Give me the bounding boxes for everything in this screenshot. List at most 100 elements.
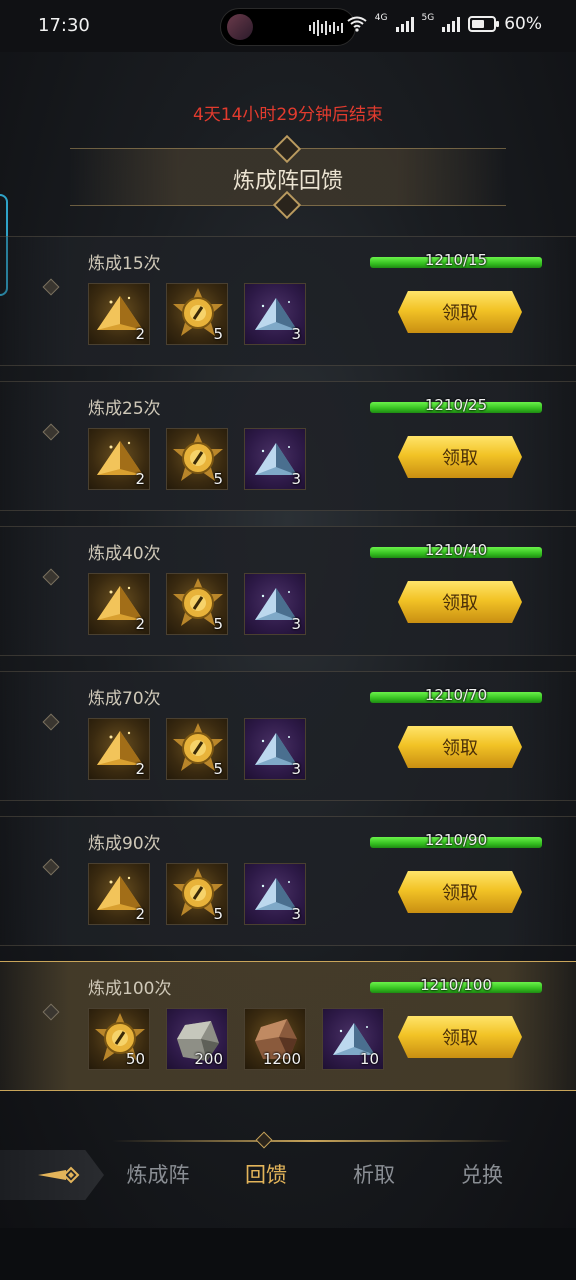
- reward-item[interactable]: 50: [88, 1008, 150, 1070]
- reward-item-quantity: 50: [125, 1050, 145, 1068]
- progress-text: 1210/70: [424, 686, 488, 704]
- reward-row: 炼成40次 1210/40 2 5 3 领取: [0, 526, 576, 656]
- nav-tab-3[interactable]: 兑换: [428, 1150, 536, 1200]
- claim-button[interactable]: 领取: [398, 581, 522, 623]
- bottom-nav: 炼成阵 回馈 析取 兑换: [104, 1150, 576, 1200]
- reward-items: 50 200 1200 10: [88, 1008, 384, 1070]
- reward-row: 炼成100次 1210/100 50 200 1200 10 领取: [0, 961, 576, 1091]
- reward-item-quantity: 2: [135, 760, 145, 778]
- claim-button[interactable]: 领取: [398, 1016, 522, 1058]
- row-marker-icon: [42, 858, 60, 876]
- dynamic-island[interactable]: [220, 8, 356, 46]
- event-timer: 4天14小时29分钟后结束: [192, 105, 384, 125]
- reward-item-quantity: 3: [291, 905, 301, 923]
- title-top-ornament: [272, 134, 302, 164]
- event-title: 炼成阵回馈: [232, 169, 343, 194]
- reward-item[interactable]: 3: [244, 863, 306, 925]
- row-marker-icon: [42, 713, 60, 731]
- row-marker-icon: [42, 423, 60, 441]
- reward-item[interactable]: 5: [166, 863, 228, 925]
- reward-item-quantity: 5: [213, 325, 223, 343]
- reward-item-quantity: 10: [359, 1050, 379, 1068]
- reward-item[interactable]: 2: [88, 573, 150, 635]
- signal-icon: [395, 16, 414, 32]
- progress-text: 1210/15: [424, 251, 488, 269]
- progress-text: 1210/40: [424, 541, 488, 559]
- nav-divider-ornament: [255, 1131, 273, 1149]
- reward-item-quantity: 5: [213, 470, 223, 488]
- reward-item[interactable]: 3: [244, 428, 306, 490]
- reward-item[interactable]: 5: [166, 428, 228, 490]
- reward-items: 2 5 3: [88, 428, 306, 490]
- row-marker-icon: [42, 1003, 60, 1021]
- reward-row: 炼成25次 1210/25 2 5 3 领取: [0, 381, 576, 511]
- reward-item[interactable]: 10: [322, 1008, 384, 1070]
- reward-item-quantity: 2: [135, 325, 145, 343]
- reward-item-quantity: 3: [291, 325, 301, 343]
- signal-icon-2: [442, 16, 461, 32]
- reward-row-label: 炼成90次: [88, 834, 161, 854]
- reward-items: 2 5 3: [88, 718, 306, 780]
- reward-item[interactable]: 1200: [244, 1008, 306, 1070]
- battery-icon: [468, 16, 500, 32]
- reward-item-quantity: 2: [135, 470, 145, 488]
- back-arrow-icon: [38, 1166, 80, 1184]
- reward-row-label: 炼成15次: [88, 254, 161, 274]
- status-bar: 17:30 4G 5G 60%: [0, 0, 576, 52]
- reward-item[interactable]: 5: [166, 573, 228, 635]
- audio-wave-icon: [309, 19, 343, 37]
- reward-items: 2 5 3: [88, 573, 306, 635]
- progress-text: 1210/100: [420, 976, 492, 994]
- reward-item-quantity: 200: [194, 1050, 223, 1068]
- reward-item-quantity: 1200: [262, 1050, 301, 1068]
- network-type-label: 4G: [374, 13, 388, 23]
- reward-row-label: 炼成100次: [88, 979, 172, 999]
- status-time: 17:30: [38, 15, 90, 36]
- nav-divider: [112, 1140, 512, 1142]
- nav-tab-2[interactable]: 析取: [320, 1150, 428, 1200]
- claim-button[interactable]: 领取: [398, 871, 522, 913]
- reward-row-label: 炼成40次: [88, 544, 161, 564]
- reward-item[interactable]: 5: [166, 283, 228, 345]
- reward-item-quantity: 3: [291, 470, 301, 488]
- reward-items: 2 5 3: [88, 283, 306, 345]
- claim-button[interactable]: 领取: [398, 436, 522, 478]
- row-marker-icon: [42, 278, 60, 296]
- media-thumbnail: [227, 14, 253, 40]
- reward-row: 炼成15次 1210/15 2 5 3 领取: [0, 236, 576, 366]
- reward-item[interactable]: 5: [166, 718, 228, 780]
- network-type-label-2: 5G: [421, 13, 435, 23]
- reward-item[interactable]: 3: [244, 573, 306, 635]
- reward-item-quantity: 2: [135, 905, 145, 923]
- game-screen: 4天14小时29分钟后结束 炼成阵回馈 炼成15次 1210/15 2 5 3 领取 炼成2…: [0, 52, 576, 1228]
- reward-item[interactable]: 2: [88, 283, 150, 345]
- gesture-bar: [0, 1228, 576, 1280]
- reward-items: 2 5 3: [88, 863, 306, 925]
- back-button[interactable]: [0, 1150, 104, 1200]
- reward-item[interactable]: 2: [88, 718, 150, 780]
- reward-item-quantity: 3: [291, 760, 301, 778]
- reward-row: 炼成90次 1210/90 2 5 3 领取: [0, 816, 576, 946]
- wifi-icon: [347, 16, 367, 32]
- row-marker-icon: [42, 568, 60, 586]
- claim-button[interactable]: 领取: [398, 291, 522, 333]
- battery-percent: 60%: [504, 14, 542, 34]
- battery-fill: [472, 20, 485, 28]
- reward-item[interactable]: 3: [244, 718, 306, 780]
- nav-tab-1[interactable]: 回馈: [212, 1150, 320, 1200]
- progress-text: 1210/90: [424, 831, 488, 849]
- reward-item-quantity: 5: [213, 760, 223, 778]
- reward-item[interactable]: 2: [88, 428, 150, 490]
- nav-tab-0[interactable]: 炼成阵: [104, 1150, 212, 1200]
- reward-item-quantity: 5: [213, 615, 223, 633]
- reward-row: 炼成70次 1210/70 2 5 3 领取: [0, 671, 576, 801]
- reward-item[interactable]: 3: [244, 283, 306, 345]
- reward-item-quantity: 5: [213, 905, 223, 923]
- reward-item[interactable]: 200: [166, 1008, 228, 1070]
- reward-item[interactable]: 2: [88, 863, 150, 925]
- reward-row-label: 炼成25次: [88, 399, 161, 419]
- reward-item-quantity: 3: [291, 615, 301, 633]
- claim-button[interactable]: 领取: [398, 726, 522, 768]
- progress-text: 1210/25: [424, 396, 488, 414]
- title-bottom-ornament: [272, 190, 302, 220]
